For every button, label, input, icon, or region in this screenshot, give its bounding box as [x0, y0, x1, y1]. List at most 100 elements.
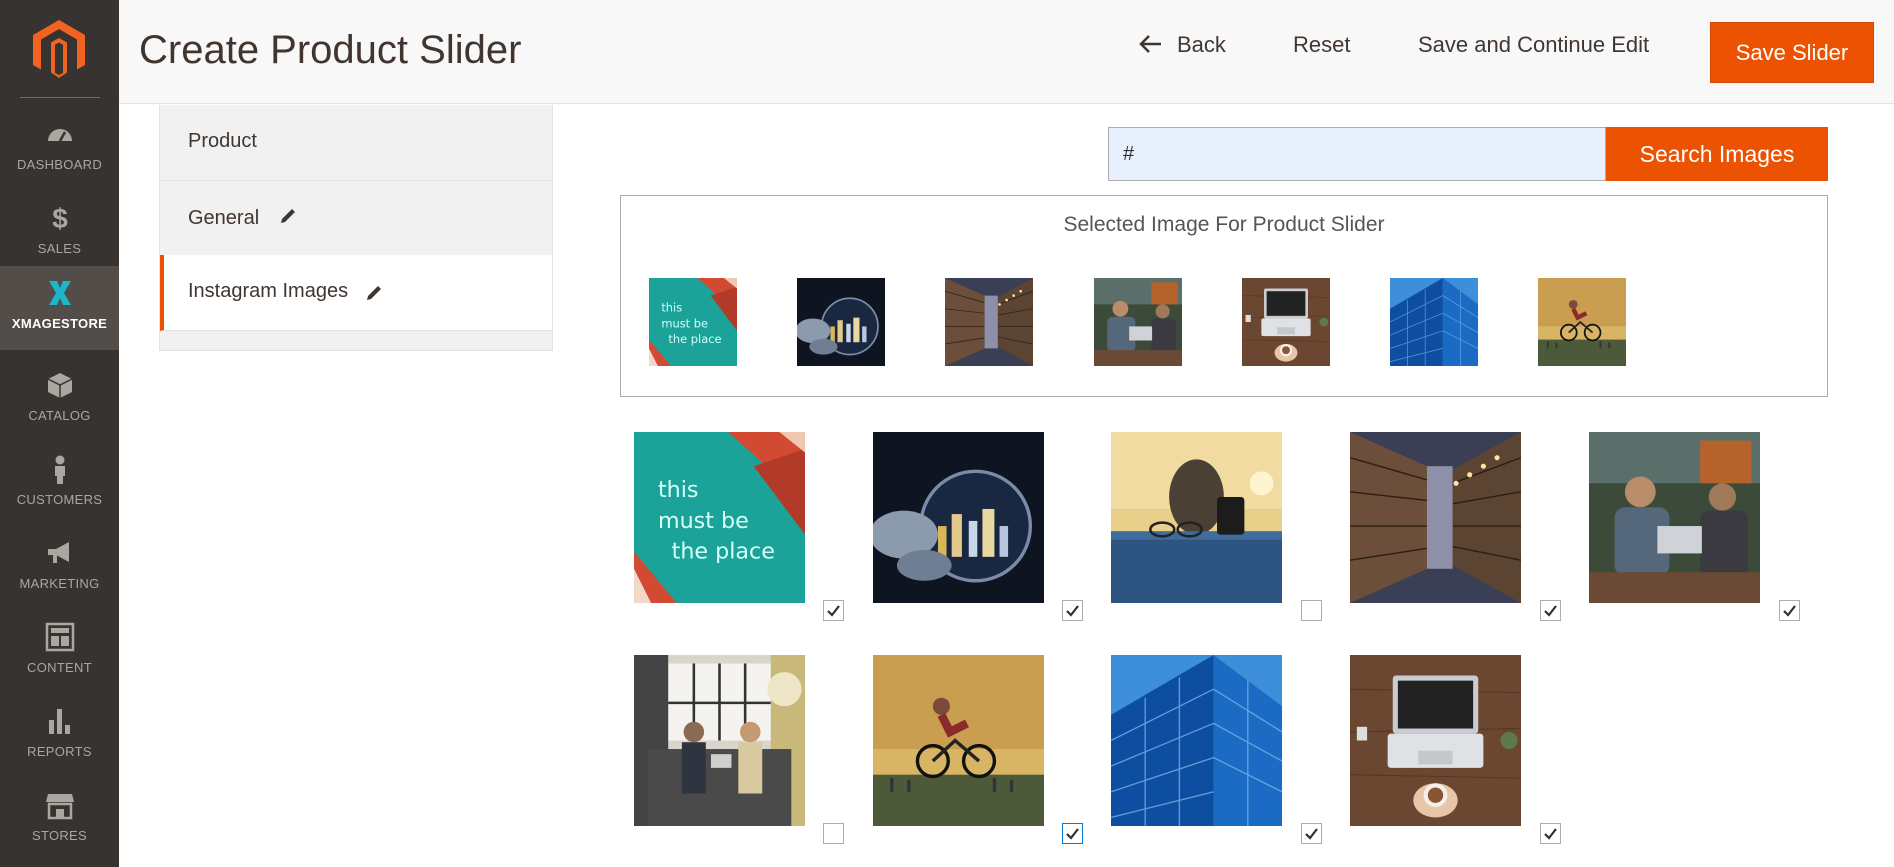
grid-image[interactable] — [1111, 655, 1282, 826]
grid-image[interactable] — [1350, 432, 1521, 603]
neon-text-3: the place — [668, 332, 721, 346]
nav-sales[interactable]: $ SALES — [0, 191, 119, 275]
nav-customers[interactable]: CUSTOMERS — [0, 442, 119, 526]
selected-images-title: Selected Image For Product Slider — [1063, 213, 1385, 236]
nav-catalog[interactable]: CATALOG — [0, 358, 119, 442]
checkmark-icon — [827, 605, 840, 617]
image-checkbox[interactable] — [823, 823, 844, 844]
magnifier-city-image — [873, 432, 1044, 603]
back-button[interactable]: Back — [1139, 32, 1226, 58]
layout-icon — [45, 622, 75, 652]
neon-text-2: must be — [658, 508, 749, 534]
image-checkbox[interactable] — [1540, 600, 1561, 621]
neon-text-2: must be — [661, 316, 708, 330]
selected-thumb[interactable] — [1538, 278, 1626, 366]
magnifier-city-image — [797, 278, 885, 366]
xmagestore-icon — [49, 281, 71, 305]
grid-image[interactable] — [1111, 432, 1282, 603]
nav-reports[interactable]: REPORTS — [0, 694, 119, 778]
glasses-lens-image — [1111, 432, 1282, 603]
image-checkbox[interactable] — [1062, 823, 1083, 844]
page-header: Create Product Slider Back Reset Save an… — [119, 0, 1894, 104]
svg-text:$: $ — [52, 203, 68, 233]
pencil-icon — [281, 209, 295, 223]
nav-xmagestore[interactable]: XMAGESTORE — [0, 266, 119, 350]
grid-image[interactable]: this must be the place — [634, 432, 805, 603]
building-image — [1390, 278, 1478, 366]
grid-image[interactable] — [1589, 432, 1760, 603]
nav-label: XMAGESTORE — [11, 316, 108, 331]
meeting-image — [634, 655, 805, 826]
neon-sign-image: this must be the place — [649, 278, 737, 366]
nav-stores[interactable]: STORES — [0, 778, 119, 862]
checkmark-icon — [1066, 828, 1079, 840]
people-cafe-image — [1094, 278, 1182, 366]
nav-label: MARKETING — [19, 576, 100, 591]
checkmark-icon — [1305, 828, 1318, 840]
nav-marketing[interactable]: MARKETING — [0, 526, 119, 610]
people-cafe-image — [1589, 432, 1760, 603]
nav-label: REPORTS — [27, 744, 92, 759]
nav-label: STORES — [31, 828, 88, 843]
image-checkbox[interactable] — [1540, 823, 1561, 844]
image-checkbox[interactable] — [1062, 600, 1083, 621]
grid-image[interactable] — [873, 432, 1044, 603]
nav-label: DASHBOARD — [16, 157, 103, 172]
checkmark-icon — [1544, 605, 1557, 617]
nav-content[interactable]: CONTENT — [0, 610, 119, 694]
save-slider-button[interactable]: Save Slider — [1710, 22, 1874, 83]
neon-text-3: the place — [672, 539, 775, 565]
dollar-icon: $ — [52, 203, 68, 233]
person-icon — [55, 455, 65, 484]
magento-logo[interactable] — [33, 20, 85, 78]
tab-label: General — [188, 207, 260, 229]
selected-thumb[interactable] — [945, 278, 1033, 366]
grid-image[interactable] — [1350, 655, 1521, 826]
bmx-image — [1538, 278, 1626, 366]
nav-label: SALES — [37, 241, 82, 256]
selected-thumb[interactable] — [1390, 278, 1478, 366]
bar-chart-icon — [49, 709, 70, 734]
page-title: Create Product Slider — [139, 28, 522, 72]
image-checkbox[interactable] — [1779, 600, 1800, 621]
image-checkbox[interactable] — [823, 600, 844, 621]
selected-thumb[interactable] — [1094, 278, 1182, 366]
image-checkbox[interactable] — [1301, 823, 1322, 844]
image-checkbox[interactable] — [1301, 600, 1322, 621]
neon-sign-image: this must be the place — [634, 432, 805, 603]
laptop-desk-image — [1350, 655, 1521, 826]
building-image — [1111, 655, 1282, 826]
checkmark-icon — [1544, 828, 1557, 840]
nav-dashboard[interactable]: DASHBOARD — [0, 107, 119, 191]
save-and-continue-button[interactable]: Save and Continue Edit — [1418, 32, 1649, 58]
selected-thumb[interactable]: this must be the place — [649, 278, 737, 366]
hashtag-search-input[interactable] — [1108, 127, 1606, 181]
library-image — [945, 278, 1033, 366]
reset-button[interactable]: Reset — [1293, 32, 1350, 58]
nav-label: CUSTOMERS — [16, 492, 103, 507]
box-icon — [47, 373, 73, 398]
checkmark-icon — [1066, 605, 1079, 617]
grid-image[interactable] — [873, 655, 1044, 826]
checkmark-icon — [1783, 605, 1796, 617]
tab-product[interactable]: Product — [160, 105, 552, 181]
neon-text-1: this — [658, 477, 699, 503]
tab-general[interactable]: General — [160, 182, 552, 258]
megaphone-icon — [48, 542, 69, 563]
laptop-desk-image — [1242, 278, 1330, 366]
pencil-icon — [367, 286, 381, 300]
admin-sidebar: DASHBOARD $ SALES XMAGESTORE CATALOG CUS… — [0, 0, 119, 867]
tab-instagram-images[interactable]: Instagram Images — [160, 255, 552, 331]
nav-label: CONTENT — [27, 660, 92, 675]
tab-label: Product — [188, 130, 257, 152]
storefront-icon — [46, 794, 74, 820]
arrow-left-icon — [1139, 35, 1161, 53]
neon-text-1: this — [661, 300, 682, 314]
dashboard-icon — [48, 129, 72, 142]
grid-image[interactable] — [634, 655, 805, 826]
selected-images-panel: Selected Image For Product Slider this m… — [620, 195, 1828, 397]
selected-thumb[interactable] — [797, 278, 885, 366]
search-images-button[interactable]: Search Images — [1606, 127, 1828, 181]
selected-thumb[interactable] — [1242, 278, 1330, 366]
library-image — [1350, 432, 1521, 603]
